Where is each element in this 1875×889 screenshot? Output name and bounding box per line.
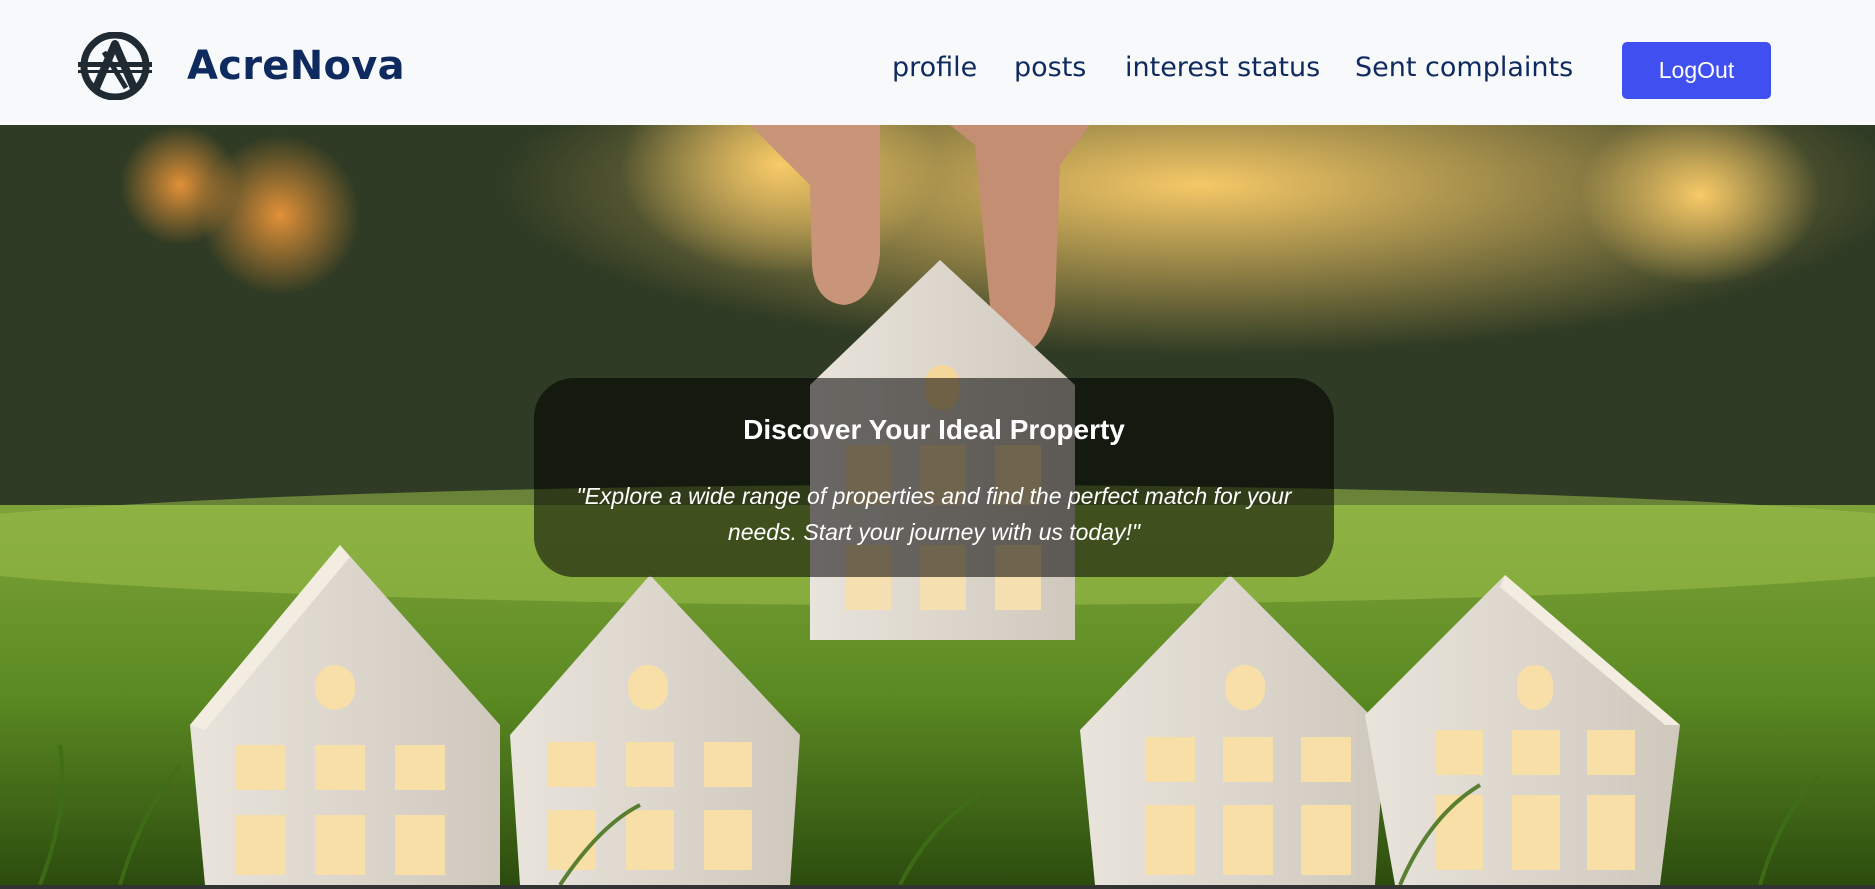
nav-interest-status-link[interactable]: interest status xyxy=(1125,52,1320,83)
top-navbar: AcreNova profile posts interest status S… xyxy=(0,0,1875,125)
bottom-divider xyxy=(0,885,1875,889)
logout-button[interactable]: LogOut xyxy=(1622,42,1771,99)
hero-caption-card: Discover Your Ideal Property "Explore a … xyxy=(534,378,1334,577)
nav-posts-link[interactable]: posts xyxy=(1014,52,1086,83)
hero-tagline: "Explore a wide range of properties and … xyxy=(576,483,1292,545)
nav-links: profile posts interest status Sent compl… xyxy=(0,0,1875,125)
nav-sent-complaints-link[interactable]: Sent complaints xyxy=(1355,52,1573,83)
hero-title: Discover Your Ideal Property xyxy=(743,414,1125,445)
nav-profile-link[interactable]: profile xyxy=(892,52,977,83)
